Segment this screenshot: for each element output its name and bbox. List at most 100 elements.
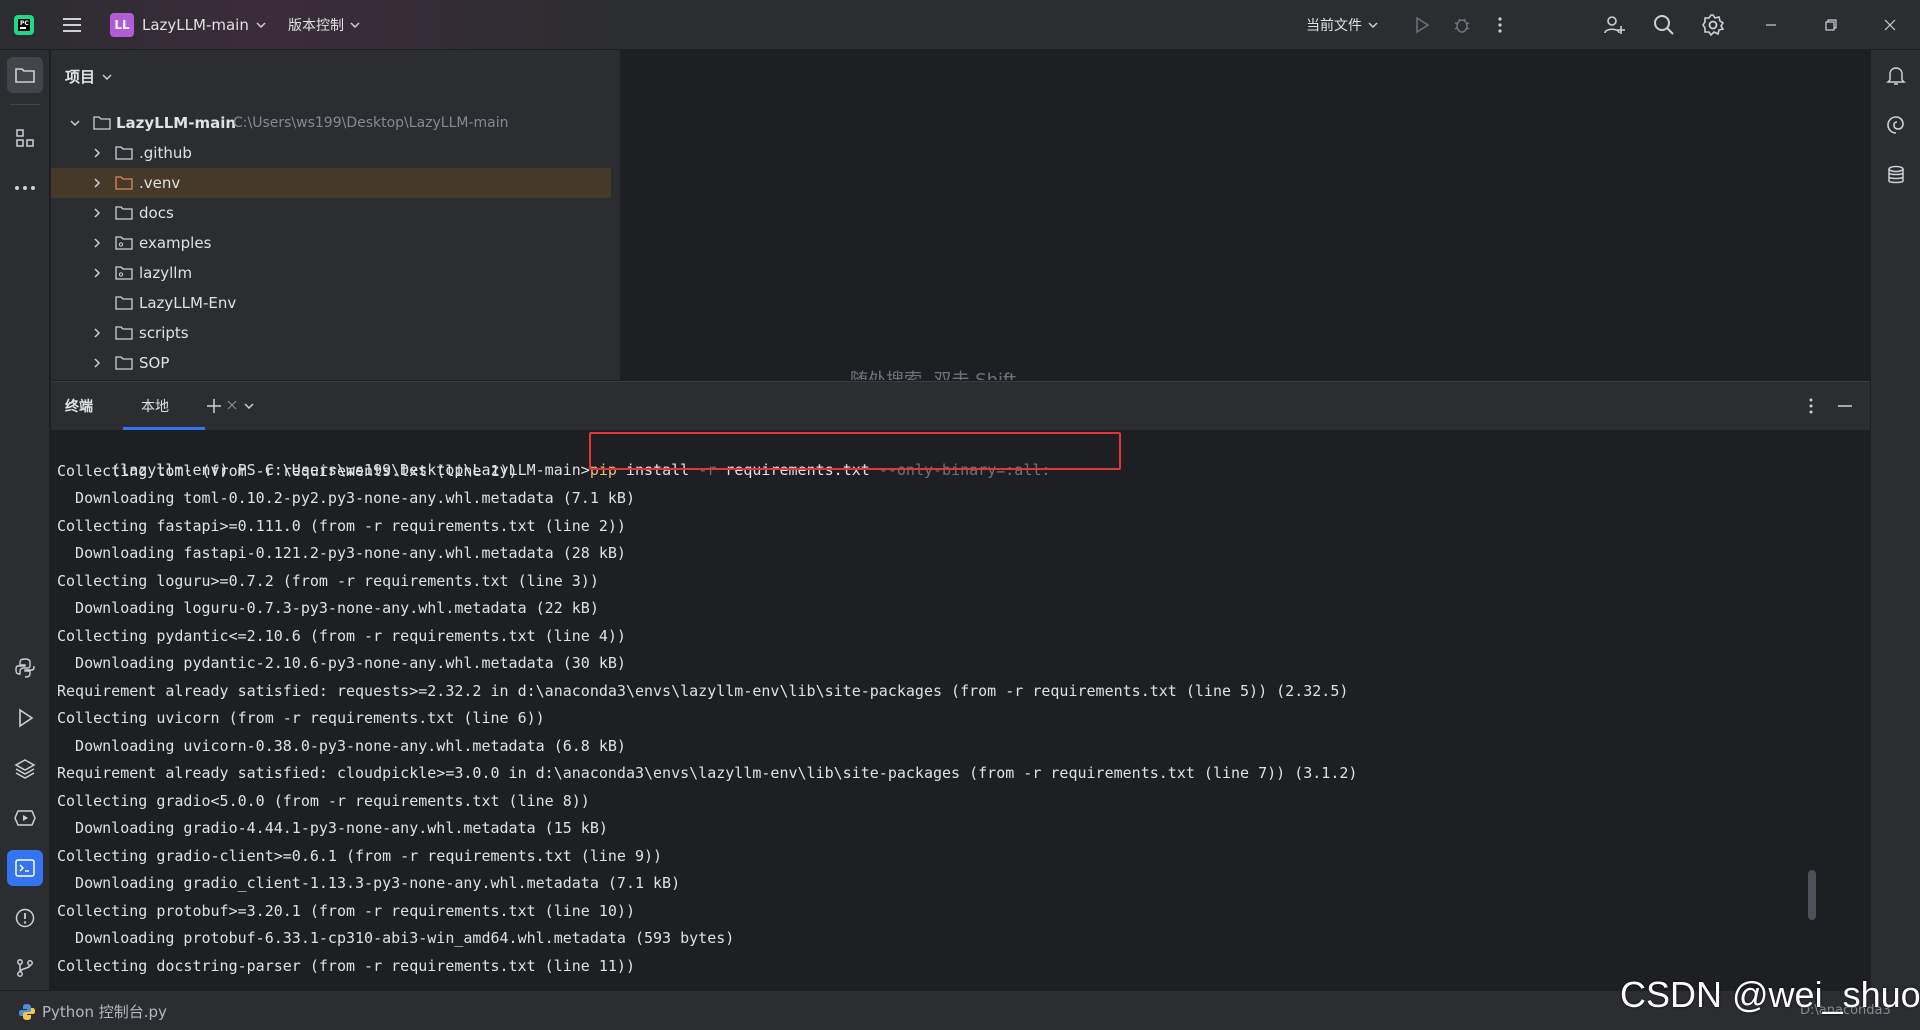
project-panel-title: 项目 <box>65 68 96 86</box>
terminal-line: Collecting docstring-parser (from -r req… <box>57 956 635 975</box>
run-icon[interactable] <box>1412 15 1432 35</box>
terminal-tab-bar: 终端 本地 <box>51 382 1870 430</box>
interpreter-label[interactable]: Python 控制台.py <box>42 1001 167 1022</box>
terminal-line: Collecting protobuf>=3.20.1 (from -r req… <box>57 901 635 920</box>
vcs-selector[interactable]: 版本控制 <box>288 15 361 35</box>
tree-item-label: docs <box>139 204 174 222</box>
terminal-output[interactable]: (lazyllm-env) PS C:\Users\ws199\Desktop\… <box>51 430 1870 991</box>
structure-icon <box>14 127 36 149</box>
chevron-right-icon[interactable] <box>91 357 103 369</box>
main-menu-icon[interactable] <box>62 15 82 35</box>
tree-item-label: LazyLLM-Env <box>139 294 237 312</box>
chevron-down-icon[interactable] <box>69 117 81 129</box>
tree-item-label: lazyllm <box>139 264 193 282</box>
structure-tool-button[interactable] <box>7 120 43 156</box>
git-branch-icon <box>14 957 36 979</box>
tab-local-label: 本地 <box>141 399 169 415</box>
restore-icon[interactable] <box>1824 18 1838 32</box>
add-user-icon[interactable] <box>1602 13 1626 37</box>
minimize-icon[interactable] <box>1764 18 1778 32</box>
layers-tool-button[interactable] <box>7 750 43 786</box>
tree-item-github[interactable]: .github <box>51 138 611 168</box>
title-bar: PC LL LazyLLM-main 版本控制 当前文件 <box>0 0 1920 50</box>
terminal-options-icon[interactable] <box>1807 396 1815 416</box>
python-icon <box>18 1003 36 1021</box>
folder-icon <box>115 295 133 311</box>
tree-item-scripts[interactable]: scripts <box>51 318 611 348</box>
project-badge: LL <box>110 13 134 37</box>
folder-icon <box>115 205 133 221</box>
project-selector[interactable]: LL LazyLLM-main <box>110 13 267 37</box>
chevron-right-icon[interactable] <box>91 177 103 189</box>
terminal-line: Collecting loguru>=0.7.2 (from -r requir… <box>57 571 599 590</box>
right-tool-strip <box>1870 50 1920 990</box>
ai-assistant-button[interactable] <box>1878 107 1914 143</box>
settings-gear-icon[interactable] <box>1701 13 1725 37</box>
run-config-label: 当前文件 <box>1306 18 1362 34</box>
terminal-line: Downloading gradio-4.44.1-py3-none-any.w… <box>57 819 608 837</box>
new-tab-plus-icon[interactable] <box>205 397 223 415</box>
pycharm-logo-icon[interactable]: PC <box>12 13 36 37</box>
notifications-button[interactable] <box>1878 57 1914 93</box>
terminal-line: Downloading gradio_client-1.13.3-py3-non… <box>57 874 681 892</box>
folder-icon <box>93 115 111 131</box>
tree-item-examples[interactable]: examples <box>51 228 611 258</box>
project-tool-button[interactable] <box>7 57 43 93</box>
ellipsis-icon <box>14 184 36 192</box>
close-tab-icon[interactable] <box>227 400 237 410</box>
chevron-down-icon <box>349 19 361 31</box>
bell-icon <box>1885 64 1907 86</box>
folder-icon <box>14 64 36 86</box>
chevron-right-icon[interactable] <box>91 237 103 249</box>
tree-item-sop[interactable]: SOP <box>51 348 611 378</box>
chevron-right-icon[interactable] <box>91 207 103 219</box>
tree-item-label: SOP <box>139 354 170 372</box>
debug-icon[interactable] <box>1452 15 1472 35</box>
vcs-label: 版本控制 <box>288 18 344 34</box>
search-icon[interactable] <box>1652 13 1676 37</box>
run-config-selector[interactable]: 当前文件 <box>1306 15 1379 35</box>
project-name: LazyLLM-main <box>142 16 249 34</box>
terminal-line: Downloading uvicorn-0.38.0-py3-none-any.… <box>57 736 626 755</box>
tree-root-row[interactable]: LazyLLM-main C:\Users\ws199\Desktop\Lazy… <box>51 108 611 138</box>
folder-icon <box>115 325 133 341</box>
hide-panel-icon[interactable] <box>1837 399 1853 413</box>
run-tool-button[interactable] <box>7 700 43 736</box>
more-actions-icon[interactable] <box>1496 15 1504 35</box>
search-everywhere-hint: 随处搜索 双击 Shift <box>850 366 1016 380</box>
csdn-watermark: CSDN @wei_shuo <box>1620 974 1920 1015</box>
svg-text:PC: PC <box>20 20 29 27</box>
more-tools-button[interactable] <box>7 170 43 206</box>
terminal-line: Collecting fastapi>=0.111.0 (from -r req… <box>57 516 626 535</box>
chevron-down-icon[interactable] <box>243 400 255 412</box>
tree-item-docs[interactable]: docs <box>51 198 611 228</box>
tree-item-lazyllm-env[interactable]: LazyLLM-Env <box>51 288 611 318</box>
chevron-right-icon[interactable] <box>91 267 103 279</box>
terminal-scrollbar[interactable] <box>1808 870 1816 920</box>
close-icon[interactable] <box>1883 18 1897 32</box>
terminal-line: Collecting gradio-client>=0.6.1 (from -r… <box>57 846 663 865</box>
tree-item-label: scripts <box>139 324 189 342</box>
tab-local[interactable]: 本地 <box>123 382 237 430</box>
command-highlight-box <box>589 432 1121 470</box>
layers-icon <box>14 757 36 779</box>
services-tool-button[interactable] <box>7 800 43 836</box>
project-panel-header[interactable]: 项目 <box>65 66 113 87</box>
tree-item-venv[interactable]: .venv <box>51 168 611 198</box>
tree-root-path: C:\Users\ws199\Desktop\LazyLLM-main <box>233 115 509 131</box>
strip-divider <box>10 104 40 105</box>
terminal-tool-button[interactable] <box>7 850 43 886</box>
package-folder-icon <box>115 265 133 281</box>
git-tool-button[interactable] <box>7 950 43 986</box>
chevron-right-icon[interactable] <box>91 327 103 339</box>
terminal-line: Downloading fastapi-0.121.2-py3-none-any… <box>57 544 626 562</box>
chevron-right-icon[interactable] <box>91 147 103 159</box>
terminal-tool-title: 终端 <box>65 399 93 415</box>
tree-item-lazyllm[interactable]: lazyllm <box>51 258 611 288</box>
python-console-tool-button[interactable] <box>7 650 43 686</box>
problems-tool-button[interactable] <box>7 900 43 936</box>
database-button[interactable] <box>1878 157 1914 193</box>
terminal-icon <box>14 857 36 879</box>
chevron-down-icon <box>255 19 267 31</box>
terminal-line: Requirement already satisfied: cloudpick… <box>57 764 1358 782</box>
